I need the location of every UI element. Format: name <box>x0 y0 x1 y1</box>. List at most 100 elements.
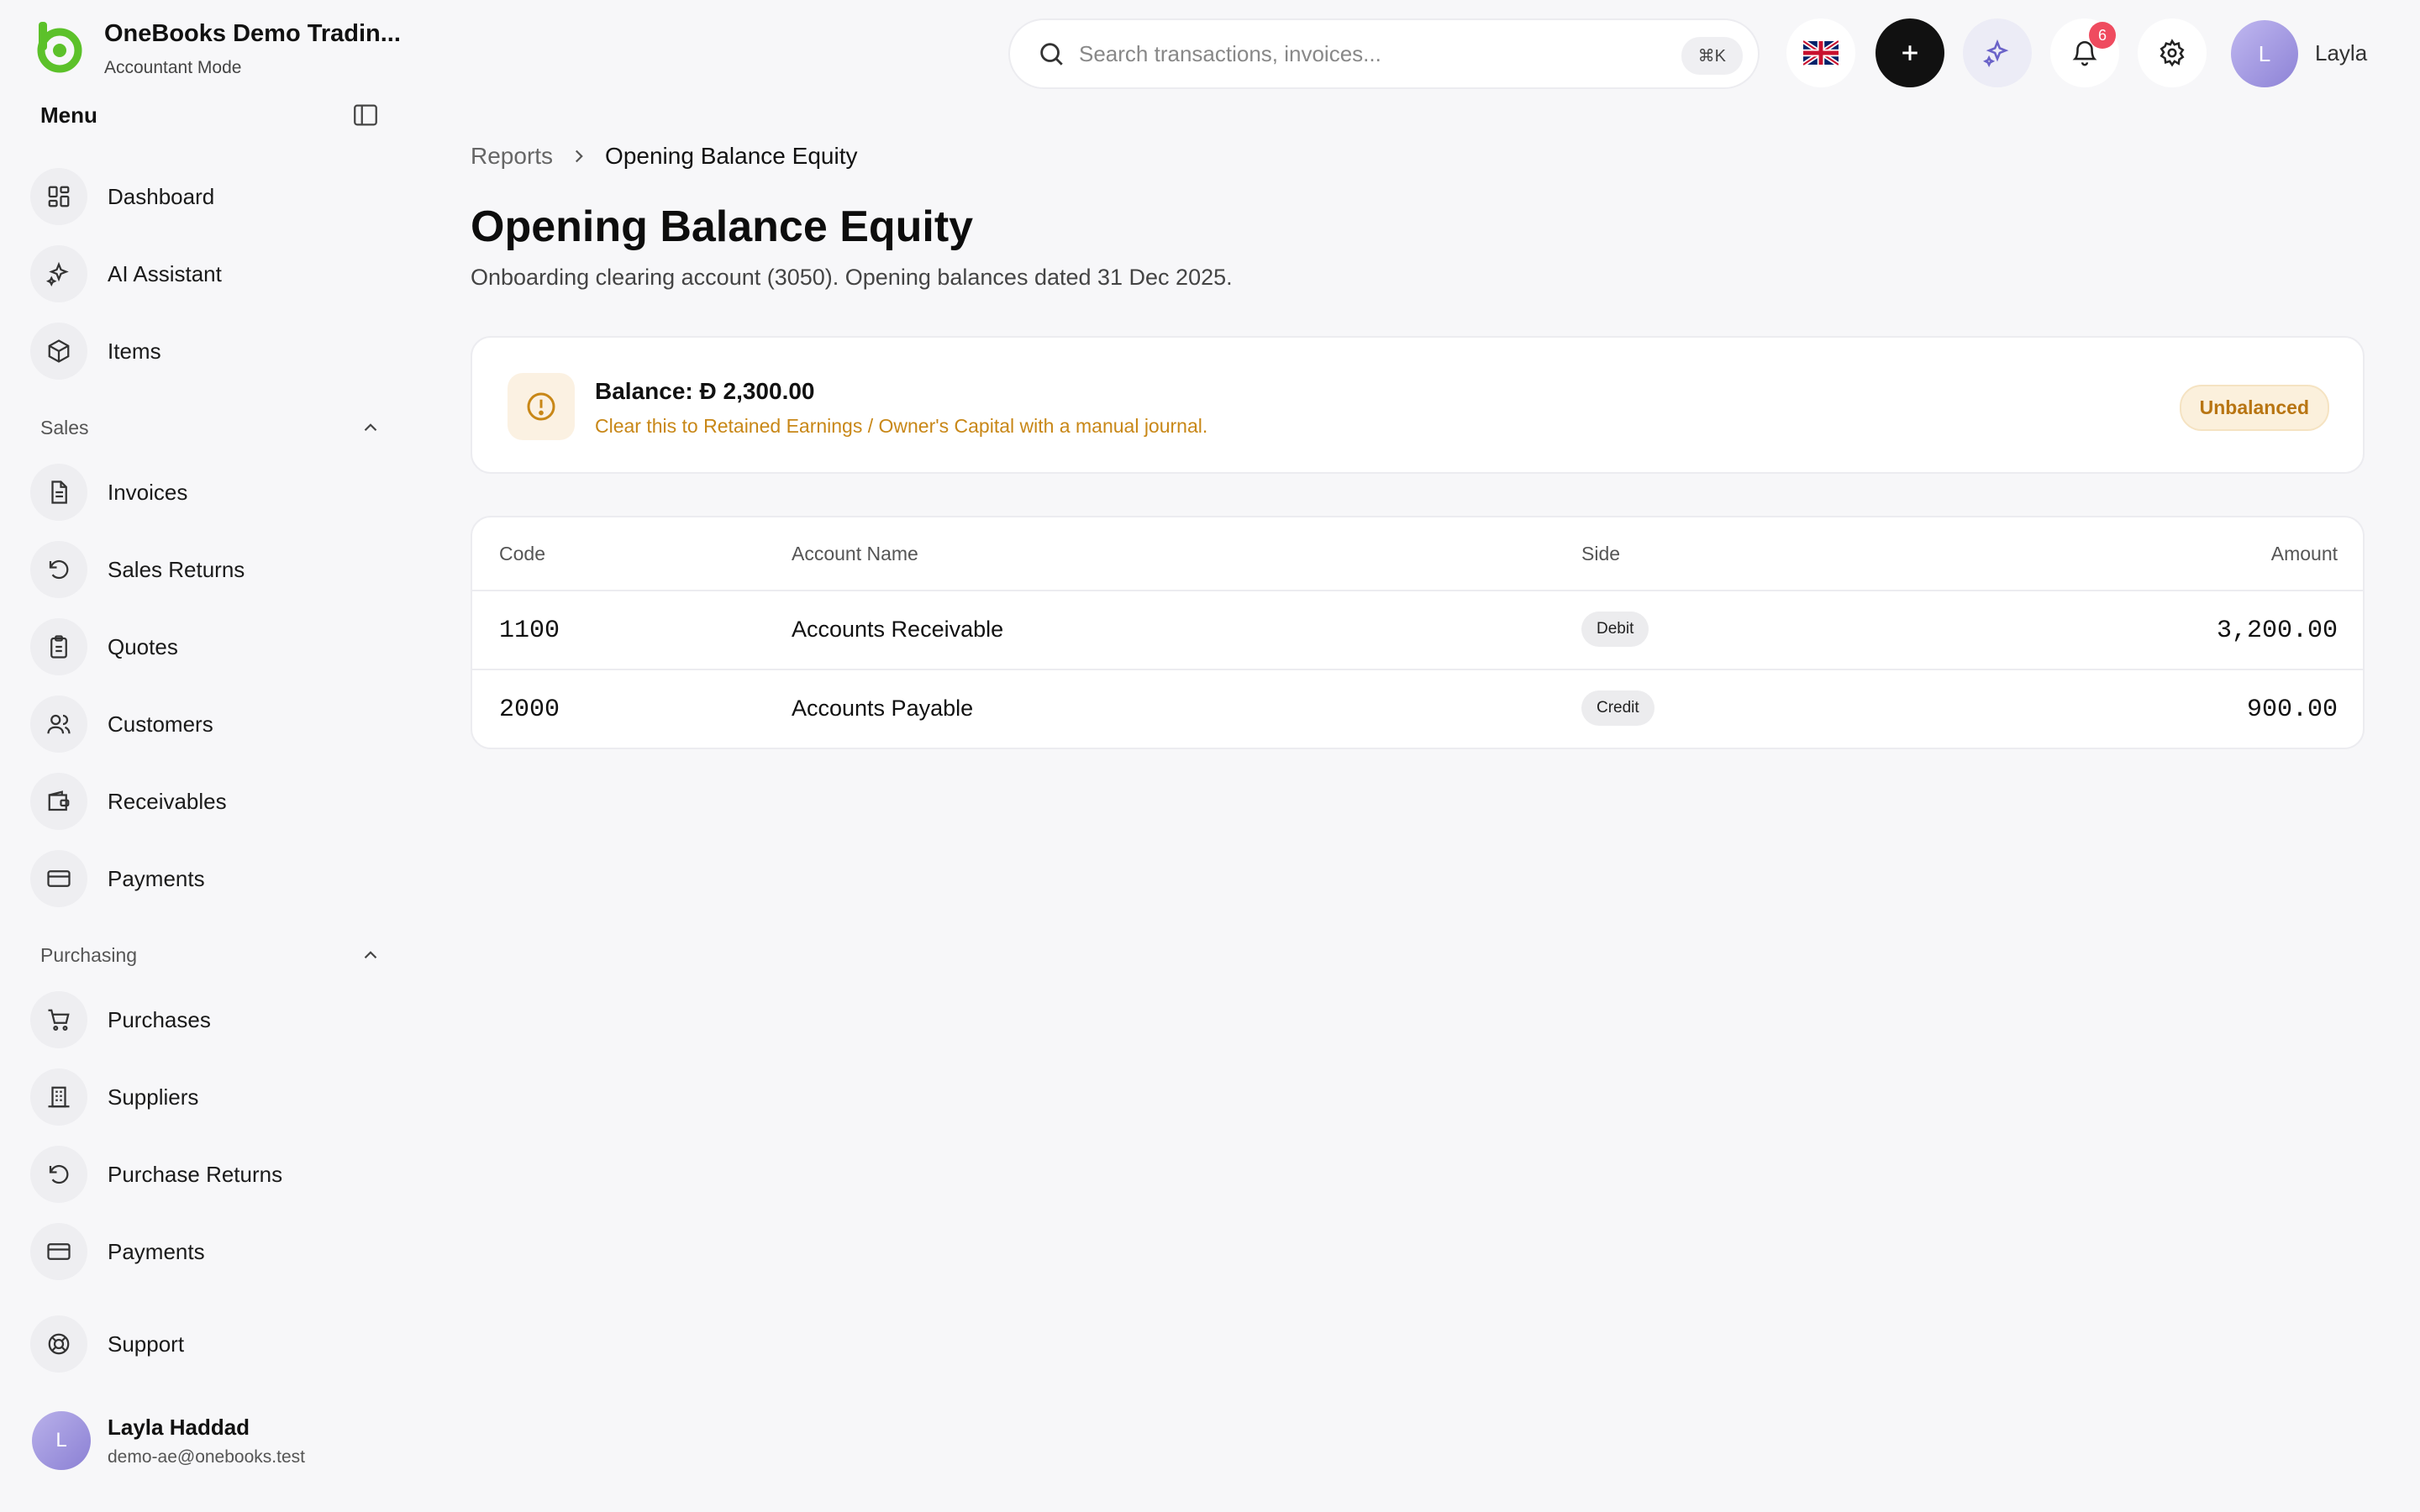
side-badge: Credit <box>1581 690 1655 726</box>
sidebar-item-label: AI Assistant <box>108 260 222 286</box>
settings-button[interactable] <box>2138 18 2207 87</box>
wallet-icon <box>30 773 87 830</box>
status-badge: Unbalanced <box>2179 385 2329 431</box>
table-row[interactable]: 2000 Accounts Payable Credit 900.00 <box>472 670 2363 748</box>
column-header-amount: Amount <box>2270 543 2338 564</box>
gear-icon <box>2160 39 2185 67</box>
undo-icon <box>30 541 87 598</box>
building-icon <box>30 1068 87 1126</box>
section-purchasing-heading[interactable]: Purchasing <box>40 944 137 967</box>
sidebar-item-suppliers[interactable]: Suppliers <box>30 1065 383 1129</box>
company-name: OneBooks Demo Tradin... <box>104 20 401 47</box>
chevron-up-icon[interactable] <box>360 417 381 438</box>
notification-count-badge: 6 <box>2089 22 2116 49</box>
sidebar-item-label: Sales Returns <box>108 556 245 582</box>
cart-icon <box>30 991 87 1048</box>
table-row[interactable]: 1100 Accounts Receivable Debit 3,200.00 <box>472 591 2363 670</box>
side-badge: Debit <box>1581 612 1649 647</box>
menu-heading: Menu <box>40 102 97 128</box>
sidebar-item-sales-payments[interactable]: Payments <box>30 847 383 911</box>
page-title: Opening Balance Equity <box>471 202 974 251</box>
account-name: Accounts Payable <box>792 696 974 721</box>
sidebar-item-label: Quotes <box>108 633 178 659</box>
sparkles-icon <box>30 245 87 302</box>
onebooks-logo <box>37 22 82 73</box>
sidebar-item-customers[interactable]: Customers <box>30 692 383 756</box>
avatar: L <box>32 1411 91 1470</box>
user-avatar[interactable]: L <box>2231 20 2298 87</box>
sidebar-item-purchase-returns[interactable]: Purchase Returns <box>30 1142 383 1206</box>
column-header-code: Code <box>499 543 545 564</box>
quick-add-button[interactable] <box>1876 18 1944 87</box>
sidebar-toggle-icon[interactable] <box>351 101 380 129</box>
sidebar-item-ai-assistant[interactable]: AI Assistant <box>30 242 383 306</box>
sidebar-item-purchases[interactable]: Purchases <box>30 988 383 1052</box>
balance-amount: Balance: Ð 2,300.00 <box>595 378 815 404</box>
sidebar-item-label: Invoices <box>108 479 188 505</box>
column-header-account-name: Account Name <box>792 543 918 564</box>
sidebar-item-label: Suppliers <box>108 1084 199 1110</box>
search-bar[interactable]: ⌘K <box>1008 18 1760 89</box>
account-code: 2000 <box>499 696 560 724</box>
sidebar-item-label: Payments <box>108 1238 205 1264</box>
user-short-name[interactable]: Layla <box>2315 40 2367 66</box>
section-sales-heading[interactable]: Sales <box>40 417 89 439</box>
sidebar-item-label: Dashboard <box>108 183 215 209</box>
search-shortcut: ⌘K <box>1681 37 1743 75</box>
search-input[interactable] <box>1079 40 1667 67</box>
ai-assistant-button[interactable] <box>1963 18 2032 87</box>
amount: 900.00 <box>2246 696 2338 724</box>
file-icon <box>30 464 87 521</box>
sidebar: OneBooks Demo Tradin... Accountant Mode … <box>0 0 403 1512</box>
breadcrumb: Reports Opening Balance Equity <box>471 143 857 170</box>
sidebar-item-receivables[interactable]: Receivables <box>30 769 383 833</box>
sidebar-item-invoices[interactable]: Invoices <box>30 460 383 524</box>
sidebar-item-quotes[interactable]: Quotes <box>30 615 383 679</box>
card-icon <box>30 1223 87 1280</box>
sidebar-item-sales-returns[interactable]: Sales Returns <box>30 538 383 601</box>
balance-alert: Balance: Ð 2,300.00 Clear this to Retain… <box>471 336 2365 474</box>
chevron-up-icon[interactable] <box>360 944 381 966</box>
sidebar-item-dashboard[interactable]: Dashboard <box>30 165 383 228</box>
accounts-table: Code Account Name Side Amount 1100 Accou… <box>471 516 2365 749</box>
sidebar-item-support[interactable]: Support <box>30 1312 383 1376</box>
page-subtitle: Onboarding clearing account (3050). Open… <box>471 265 1233 290</box>
sidebar-item-label: Support <box>108 1331 185 1357</box>
user-name: Layla Haddad <box>108 1414 250 1440</box>
box-icon <box>30 323 87 380</box>
sidebar-item-label: Purchase Returns <box>108 1161 283 1187</box>
notifications-button[interactable]: 6 <box>2050 18 2119 87</box>
dashboard-icon <box>30 168 87 225</box>
clipboard-icon <box>30 618 87 675</box>
uk-flag-icon <box>1803 40 1839 66</box>
amount: 3,200.00 <box>2216 617 2338 645</box>
account-name: Accounts Receivable <box>792 617 1004 642</box>
search-icon <box>1040 43 1063 66</box>
undo-icon <box>30 1146 87 1203</box>
sidebar-item-label: Payments <box>108 865 205 891</box>
warning-icon <box>508 373 575 440</box>
sparkles-icon <box>1983 39 2009 67</box>
users-icon <box>30 696 87 753</box>
company-mode: Accountant Mode <box>104 58 242 77</box>
breadcrumb-current: Opening Balance Equity <box>605 143 858 169</box>
company-switcher[interactable]: OneBooks Demo Tradin... Accountant Mode <box>32 18 401 78</box>
table-header: Code Account Name Side Amount <box>472 517 2363 591</box>
account-code: 1100 <box>499 617 560 645</box>
user-profile[interactable]: L Layla Haddad demo-ae@onebooks.test <box>32 1411 305 1470</box>
card-icon <box>30 850 87 907</box>
sidebar-item-label: Purchases <box>108 1006 211 1032</box>
plus-icon <box>1902 45 1918 60</box>
language-button[interactable] <box>1786 18 1855 87</box>
breadcrumb-reports-link[interactable]: Reports <box>471 143 553 170</box>
sidebar-item-label: Receivables <box>108 788 227 814</box>
sidebar-item-label: Items <box>108 338 161 364</box>
user-email: demo-ae@onebooks.test <box>108 1446 305 1467</box>
sidebar-item-purchase-payments[interactable]: Payments <box>30 1220 383 1284</box>
sidebar-item-label: Customers <box>108 711 213 737</box>
lifebuoy-icon <box>30 1315 87 1373</box>
sidebar-item-items[interactable]: Items <box>30 319 383 383</box>
balance-hint: Clear this to Retained Earnings / Owner'… <box>595 415 1208 437</box>
chevron-right-icon <box>576 150 583 163</box>
column-header-side: Side <box>1581 543 1621 564</box>
